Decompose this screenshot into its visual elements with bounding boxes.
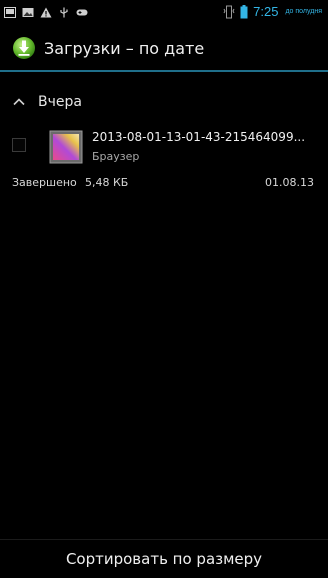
file-name: 2013-08-01-13-01-43-215464099... <box>92 130 306 144</box>
screenshot-icon <box>4 7 16 18</box>
status-bar: 7:25 до полудня <box>0 0 328 26</box>
page-title[interactable]: Загрузки – по дате <box>44 39 204 58</box>
vibrate-icon <box>223 5 235 18</box>
image-file-icon <box>49 130 83 164</box>
clock-ampm: до полудня <box>285 8 322 15</box>
file-source: Браузер <box>92 150 140 163</box>
action-bar: Загрузки – по дате <box>0 26 328 72</box>
sort-by-size-button[interactable]: Сортировать по размеру <box>54 550 274 568</box>
battery-icon <box>240 4 248 18</box>
usb-icon <box>60 7 68 18</box>
status-right: 7:25 до полудня <box>223 4 322 19</box>
photo-icon <box>22 8 34 17</box>
list-item[interactable]: 2013-08-01-13-01-43-215464099... Браузер… <box>0 122 328 202</box>
download-status: Завершено <box>12 176 77 189</box>
chevron-up-icon <box>13 98 25 106</box>
gamepad-icon <box>76 9 88 16</box>
notification-icons <box>4 7 88 18</box>
warning-icon <box>40 7 52 18</box>
file-size: 5,48 КБ <box>85 176 129 189</box>
select-checkbox[interactable] <box>12 138 26 152</box>
clock-time: 7:25 <box>253 4 279 19</box>
bottom-bar: Сортировать по размеру <box>0 539 328 578</box>
download-icon[interactable] <box>12 36 36 60</box>
download-date: 01.08.13 <box>265 176 314 189</box>
section-header-yesterday[interactable]: Вчера <box>0 90 328 114</box>
section-title: Вчера <box>38 94 82 110</box>
